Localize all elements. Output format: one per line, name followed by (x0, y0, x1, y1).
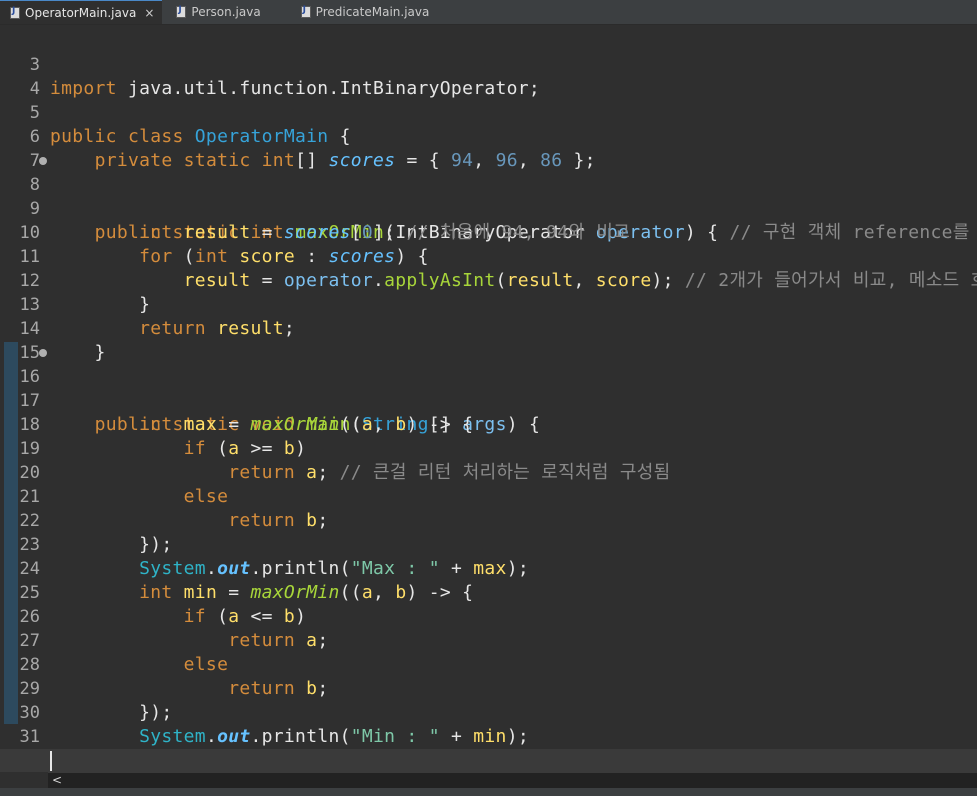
code-line[interactable]: 18 if (a >= b) (0, 389, 977, 459)
close-icon[interactable]: × (144, 6, 154, 20)
code-line[interactable]: 30 System.out.println("Min : " + min); (0, 677, 977, 747)
code-line[interactable]: 22 }); (0, 485, 977, 555)
status-strip (0, 788, 977, 796)
gutter-filler (0, 772, 48, 788)
code-line[interactable]: 28 return b; (0, 629, 977, 699)
tab-label: PredicateMain.java (315, 4, 430, 19)
tab-label: Person.java (191, 4, 261, 19)
tab-label: OperatorMain.java (25, 5, 137, 20)
code-line[interactable]: 14 } (0, 293, 977, 363)
code-line[interactable]: 19 return a; // 큰걸 리턴 처리하는 로직처럼 구성됨 (0, 413, 977, 483)
code-line[interactable]: 12 } (0, 245, 977, 315)
tab-person[interactable]: Person.java (162, 0, 268, 24)
code-line[interactable]: 25 if (a <= b) (0, 557, 977, 627)
code-line[interactable]: 29 }); (0, 653, 977, 723)
java-file-icon (10, 6, 20, 19)
code-line[interactable]: 17 int max = maxOrMin((a, b) -> { (0, 365, 977, 435)
code-line[interactable]: 3 import java.util.function.IntBinaryOpe… (0, 29, 977, 99)
java-file-icon (300, 5, 311, 18)
text-cursor (50, 751, 52, 771)
code-line[interactable]: 10 for (int score : scores) { (0, 197, 977, 267)
code-line[interactable]: 20 else (0, 437, 977, 507)
code-line[interactable]: 21 return b; (0, 461, 977, 531)
scroll-left-icon[interactable]: < (52, 773, 62, 787)
code-line[interactable]: 6 private static int[] scores = { 94, 96… (0, 101, 977, 171)
fold-marker-icon[interactable] (39, 349, 47, 357)
code-line[interactable]: 7 (0, 125, 977, 171)
tab-predicatemain[interactable]: PredicateMain.java (269, 0, 438, 24)
tab-operatormain[interactable]: OperatorMain.java × (0, 0, 163, 24)
horizontal-scrollbar[interactable]: < (48, 772, 977, 788)
code-line[interactable]: 9 int result = scores[0]; // 처음에 94, 94와… (0, 173, 977, 243)
code-line[interactable]: 32 } (0, 725, 977, 771)
code-line[interactable]: 16 public static void main(String[] args… (0, 341, 977, 435)
code-line[interactable]: 23 System.out.println("Max : " + max); (0, 509, 977, 579)
code-line[interactable]: 13 return result; (0, 269, 977, 339)
code-line[interactable]: 15 (0, 317, 977, 363)
code-line[interactable]: 4 (0, 53, 977, 99)
fold-marker-icon[interactable] (39, 157, 47, 165)
code-line[interactable]: 8 public static int maxOrMin(IntBinaryOp… (0, 149, 977, 243)
code-line[interactable]: 31 } (0, 701, 977, 771)
code-line[interactable]: 24 int min = maxOrMin((a, b) -> { (0, 533, 977, 603)
code-editor[interactable]: 3 import java.util.function.IntBinaryOpe… (0, 26, 977, 772)
code-line[interactable]: 5 public class OperatorMain { (0, 77, 977, 147)
java-file-icon (176, 5, 187, 18)
code-line[interactable]: 11 result = operator.applyAsInt(result, … (0, 221, 977, 291)
code-line[interactable]: 26 return a; (0, 581, 977, 651)
current-code-line[interactable]: 33 (0, 749, 977, 772)
editor-tab-bar: OperatorMain.java × Person.java Predicat… (0, 0, 977, 25)
code-line[interactable]: 27 else (0, 605, 977, 675)
